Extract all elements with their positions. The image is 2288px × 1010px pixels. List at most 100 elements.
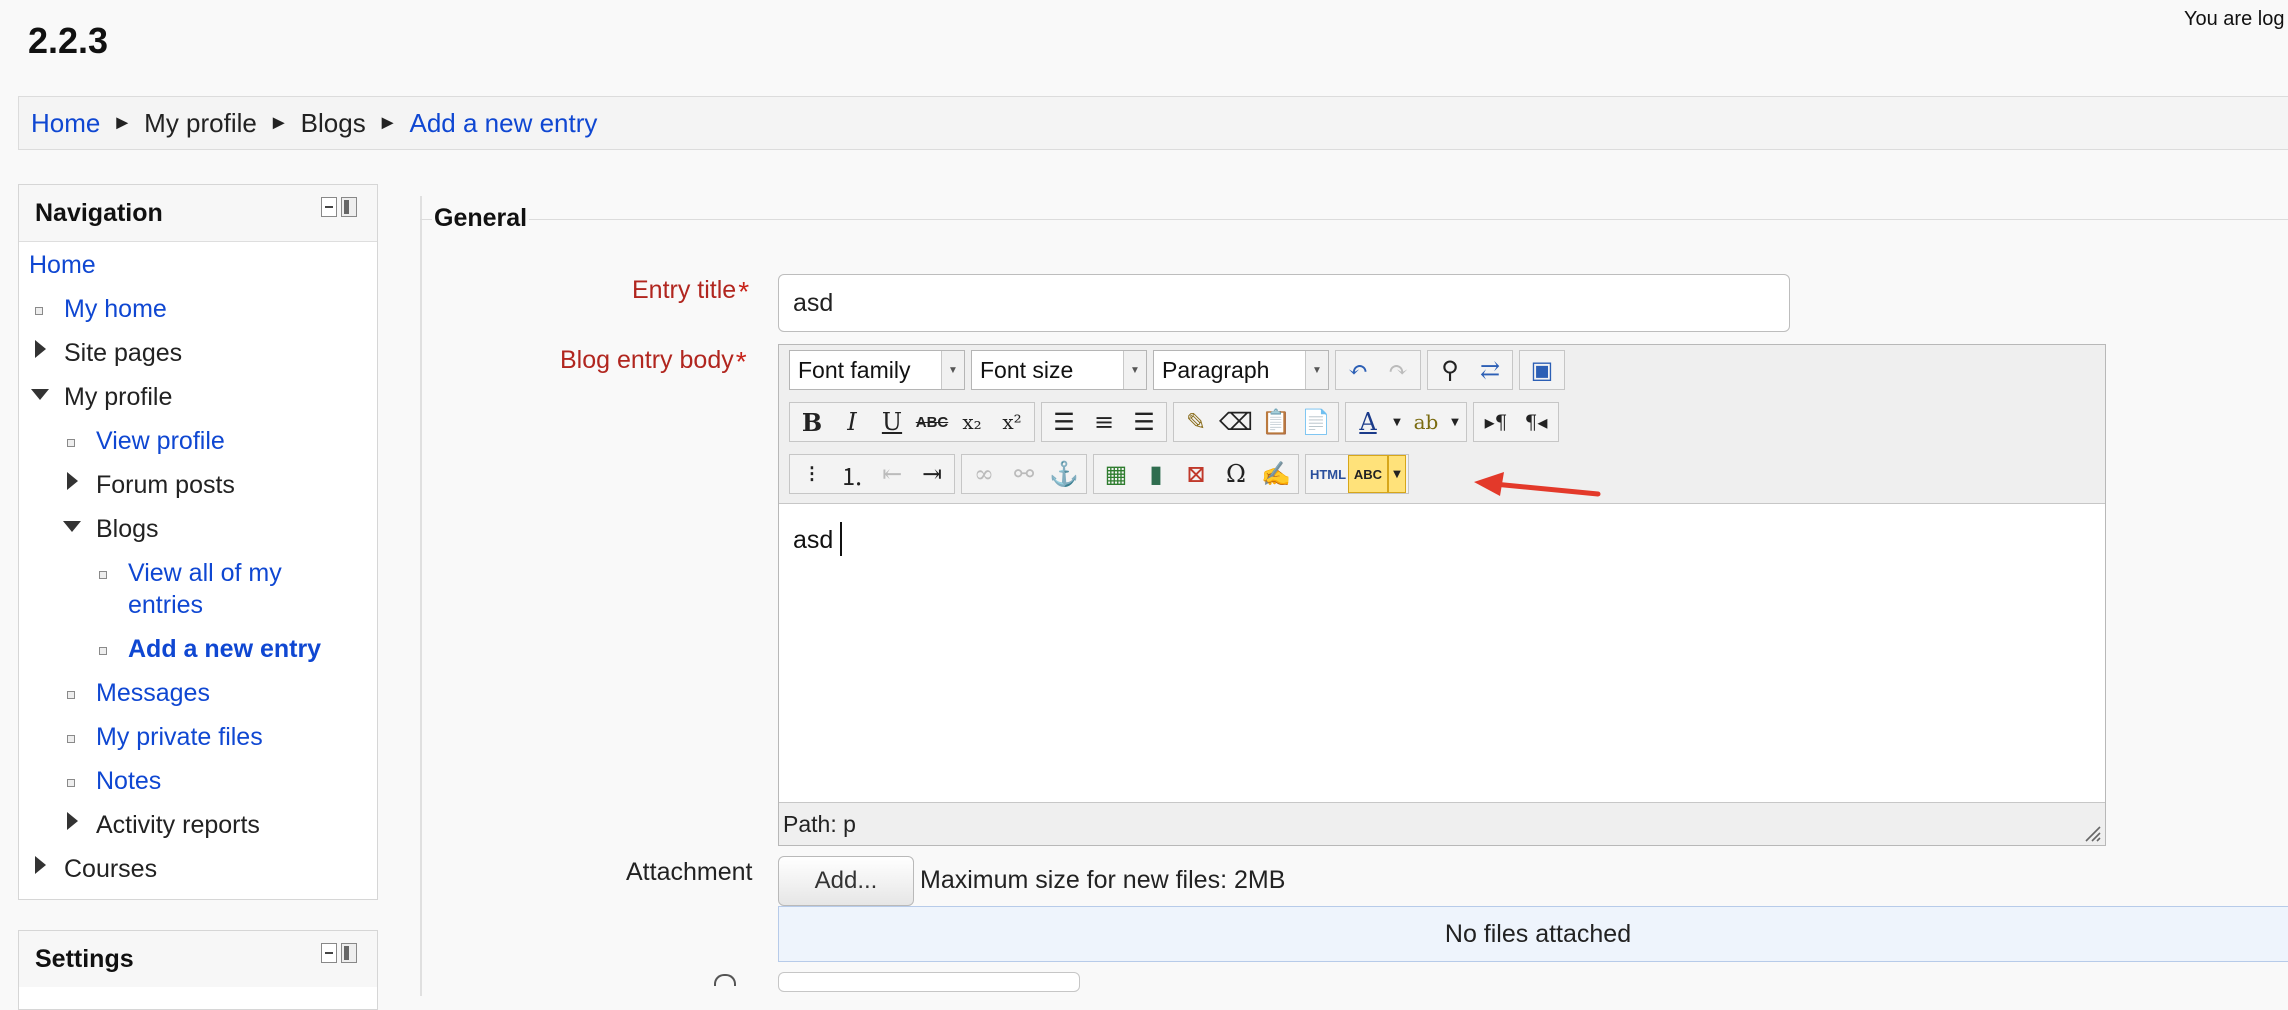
align-center-icon[interactable]: ≡ [1084,403,1124,441]
superscript-icon[interactable]: x² [992,403,1032,441]
collapse-arrow-icon[interactable] [63,521,81,532]
breadcrumb: Home ► My profile ► Blogs ► Add a new en… [18,96,2288,150]
nav-activity-reports[interactable]: Activity reports [96,809,260,841]
dropdown-arrow-icon[interactable]: ▼ [1388,403,1406,441]
redo-icon[interactable]: ↷ [1378,351,1418,389]
bullet-icon [35,307,43,315]
fieldset-border [420,219,2288,220]
breadcrumb-separator: ► [112,111,133,134]
align-right-icon[interactable]: ☰ [1124,403,1164,441]
underline-icon[interactable]: U [872,403,912,441]
nav-view-all-entries-line2[interactable]: entries [128,589,203,621]
font-size-select[interactable]: Font size ▼ [971,350,1147,390]
ltr-icon[interactable]: ▸¶ [1476,403,1516,441]
add-attachment-button[interactable]: Add... [778,856,914,906]
nav-courses[interactable]: Courses [64,853,157,885]
login-info: You are log [2184,8,2285,30]
format-group: B I U ABC x₂ x² [789,402,1035,442]
resize-handle-icon[interactable] [2083,824,2101,842]
nav-view-profile[interactable]: View profile [96,425,225,457]
bullet-list-icon[interactable]: ⁝ [792,455,832,493]
settings-block: Settings [18,930,378,1010]
history-group: ↶ ↷ [1335,350,1421,390]
text-color-icon[interactable]: A [1348,403,1388,441]
next-field-input[interactable] [778,972,1080,992]
dock-icon[interactable] [341,197,357,217]
eraser-icon[interactable]: ⌫ [1216,403,1256,441]
bold-icon[interactable]: B [792,403,832,441]
edit-equation-icon[interactable]: ✍ [1256,455,1296,493]
undo-icon[interactable]: ↶ [1338,351,1378,389]
dropdown-arrow-icon: ▼ [1305,351,1328,389]
no-files-text: No files attached [1444,919,1632,948]
navigation-block: Navigation Home My home Site pages My pr… [18,184,378,900]
expand-arrow-icon[interactable] [35,856,46,874]
text-caret [840,522,842,556]
collapse-icon[interactable] [321,197,337,217]
highlight-color-icon[interactable]: ab [1406,403,1446,441]
dropdown-arrow-icon[interactable]: ▼ [1446,403,1464,441]
bullet-icon [99,571,107,579]
collapse-icon[interactable] [321,943,337,963]
paste-text-icon[interactable]: 📋 [1256,403,1296,441]
html-source-icon[interactable]: HTML [1308,455,1348,493]
navigation-block-header: Navigation [19,185,377,242]
subscript-icon[interactable]: x₂ [952,403,992,441]
nav-my-profile[interactable]: My profile [64,381,172,413]
editor-content-area[interactable]: asd [779,503,2105,803]
cleanup-icon[interactable]: ✎ [1176,403,1216,441]
nav-notes[interactable]: Notes [96,765,161,797]
expand-arrow-icon[interactable] [67,812,78,830]
paragraph-format-select[interactable]: Paragraph ▼ [1153,350,1329,390]
nav-blogs[interactable]: Blogs [96,513,159,545]
collapse-arrow-icon[interactable] [31,389,49,400]
italic-icon[interactable]: I [832,403,872,441]
anchor-icon[interactable]: ⚓ [1044,455,1084,493]
nav-messages[interactable]: Messages [96,677,210,709]
spellcheck-dropdown-icon[interactable]: ▼ [1388,455,1406,493]
special-char-icon[interactable]: Ω [1216,455,1256,493]
nav-view-all-entries[interactable]: View all of my [128,557,282,589]
entry-title-input[interactable] [778,274,1790,332]
nolink-icon[interactable]: ⊠ [1176,455,1216,493]
direction-group: ▸¶ ¶◂ [1473,402,1559,442]
breadcrumb-separator: ► [268,111,289,134]
expand-arrow-icon[interactable] [67,472,78,490]
file-drop-area[interactable]: No files attached [778,906,2288,962]
dock-icon[interactable] [341,943,357,963]
align-left-icon[interactable]: ☰ [1044,403,1084,441]
paste-word-icon[interactable]: 📄 [1296,403,1336,441]
nav-site-pages[interactable]: Site pages [64,337,182,369]
toolbar-row-3: ⁝ ⒈ ⇤ ⇥ ∞ ⚯ ⚓ ▦ ▮ ⊠ Ω ✍ HTML ABC ▼ [789,453,1415,495]
breadcrumb-separator: ► [377,111,398,134]
blog-body-label: Blog entry body* [560,346,747,377]
nav-add-new-entry[interactable]: Add a new entry [128,633,321,665]
breadcrumb-home[interactable]: Home [31,108,100,139]
numbered-list-icon[interactable]: ⒈ [832,455,872,493]
nav-my-home[interactable]: My home [64,293,167,325]
font-family-select[interactable]: Font family ▼ [789,350,965,390]
nav-home[interactable]: Home [29,249,96,281]
settings-block-header: Settings [19,931,377,987]
indent-icon[interactable]: ⇥ [912,455,952,493]
spellcheck-icon[interactable]: ABC [1348,455,1388,493]
fullscreen-icon[interactable]: ▣ [1522,351,1562,389]
dropdown-arrow-icon: ▼ [941,351,964,389]
image-icon[interactable]: ▦ [1096,455,1136,493]
nav-forum-posts[interactable]: Forum posts [96,469,235,501]
media-icon[interactable]: ▮ [1136,455,1176,493]
link-icon[interactable]: ∞ [964,455,1004,493]
find-icon[interactable]: ⚲ [1430,351,1470,389]
replace-icon[interactable]: ⇄ [1470,351,1510,389]
navigation-title: Navigation [35,199,163,227]
help-icon[interactable] [714,974,736,986]
strikethrough-icon[interactable]: ABC [912,403,952,441]
list-group: ⁝ ⒈ ⇤ ⇥ [789,454,955,494]
settings-title: Settings [35,945,134,973]
outdent-icon[interactable]: ⇤ [872,455,912,493]
breadcrumb-add-entry[interactable]: Add a new entry [410,108,598,139]
expand-arrow-icon[interactable] [35,340,46,358]
rtl-icon[interactable]: ¶◂ [1516,403,1556,441]
nav-private-files[interactable]: My private files [96,721,263,753]
unlink-icon[interactable]: ⚯ [1004,455,1044,493]
